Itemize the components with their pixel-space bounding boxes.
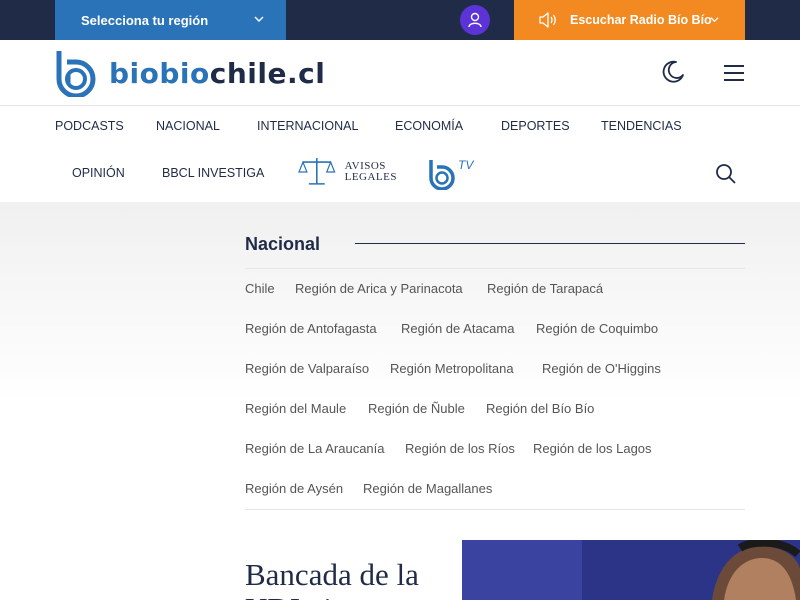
avisos-label-line2: LEGALES [344,171,397,183]
chevron-down-icon [710,17,719,23]
nav-item-avisos-legales[interactable]: AVISOS LEGALES [297,156,397,188]
nav-item-opinion[interactable]: OPINIÓN [72,166,125,180]
region-link-antofagasta[interactable]: Región de Antofagasta [245,321,377,336]
region-link-arica[interactable]: Región de Arica y Parinacota [295,281,463,296]
tv-label: TV [458,158,474,172]
site-logo-text: biobiochile.cl [109,57,325,90]
region-link-chile[interactable]: Chile [245,281,275,296]
nav-item-tendencias[interactable]: TENDENCIAS [601,119,682,133]
region-link-magallanes[interactable]: Región de Magallanes [363,481,492,496]
nav-item-internacional[interactable]: INTERNACIONAL [257,119,358,133]
region-link-araucania[interactable]: Región de La Araucanía [245,441,385,456]
region-link-maule[interactable]: Región del Maule [245,401,346,416]
biobio-tv-logo-icon[interactable]: TV [427,156,477,190]
article-photo [462,540,800,600]
region-link-valparaiso[interactable]: Región de Valparaíso [245,361,369,376]
site-header: biobiochile.cl [0,40,800,106]
nav-item-podcasts[interactable]: PODCASTS [55,119,124,133]
region-link-los-lagos[interactable]: Región de los Lagos [533,441,652,456]
article-headline[interactable]: Bancada de la UDI pi [245,558,445,600]
listen-radio-button[interactable]: Escuchar Radio Bío Bío [514,0,745,40]
region-link-los-rios[interactable]: Región de los Ríos [405,441,515,456]
logo-text-part1: biobio [109,56,210,90]
nav-item-deportes[interactable]: DEPORTES [501,119,570,133]
site-logo[interactable]: biobiochile.cl [55,49,330,97]
main-nav: PODCASTS NACIONAL INTERNACIONAL ECONOMÍA… [0,106,800,202]
avisos-legales-label: AVISOS LEGALES [345,161,397,183]
region-select[interactable]: Selecciona tu región [55,0,286,40]
listen-radio-label: Escuchar Radio Bío Bío [570,13,712,27]
region-select-label: Selecciona tu región [81,12,209,28]
section-title-divider [355,243,745,244]
user-account-button[interactable] [460,5,490,35]
region-link-nuble[interactable]: Región de Ñuble [368,401,465,416]
nav-item-bbcl-investiga[interactable]: BBCL INVESTIGA [162,166,264,180]
search-icon[interactable] [714,162,738,186]
section-divider [245,268,745,269]
region-link-ohiggins[interactable]: Región de O'Higgins [542,361,661,376]
speaker-icon [539,12,556,28]
logo-text-part2: chile.cl [209,56,326,90]
nav-item-economia[interactable]: ECONOMÍA [395,119,463,133]
region-link-coquimbo[interactable]: Región de Coquimbo [536,321,658,336]
user-icon [468,12,482,28]
hamburger-menu-icon[interactable] [722,61,746,85]
biobio-logo-icon [56,51,96,97]
nav-item-nacional[interactable]: NACIONAL [156,119,220,133]
top-bar: Selecciona tu región Escuchar Radio Bío … [0,0,800,40]
region-link-aysen[interactable]: Región de Aysén [245,481,343,496]
section-title: Nacional [245,234,321,254]
region-link-atacama[interactable]: Región de Atacama [401,321,514,336]
region-link-biobio[interactable]: Región del Bío Bío [486,401,594,416]
article-image[interactable] [462,540,800,600]
section-divider [245,509,745,510]
region-link-tarapaca[interactable]: Región de Tarapacá [487,281,603,296]
dark-mode-moon-icon[interactable] [660,59,686,85]
scales-of-justice-icon [298,158,336,185]
region-link-metropolitana[interactable]: Región Metropolitana [390,361,514,376]
chevron-down-icon [254,16,264,22]
